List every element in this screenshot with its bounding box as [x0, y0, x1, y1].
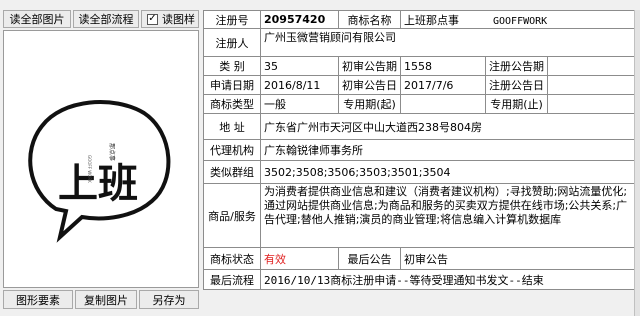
mark-name-value: 上班那点事 GOOFFWORK — [400, 10, 635, 29]
excl-start-value — [400, 94, 486, 114]
prelim-date-value: 2017/7/6 — [400, 75, 486, 95]
read-image-label: 读图样 — [162, 13, 195, 26]
trademark-info-table: 注册号 20957420 商标名称 上班那点事 GOOFFWORK 注册人 广州玉… — [203, 10, 635, 290]
table-row: 代理机构 广东翰锐律师事务所 — [203, 139, 635, 161]
reg-issue-label: 注册公告期 — [485, 56, 548, 76]
save-as-button[interactable]: 另存为 — [139, 290, 199, 309]
prelim-issue-value: 1558 — [400, 56, 486, 76]
scrollbar[interactable] — [634, 10, 640, 316]
table-row: 注册人 广州玉微营销顾问有限公司 — [203, 28, 635, 57]
reg-no-label: 注册号 — [203, 10, 261, 29]
checkmark-icon: ✓ — [147, 13, 158, 25]
table-row: 类似群组 3502;3508;3506;3503;3501;3504 — [203, 160, 635, 184]
logo-small-text: 那点事 — [108, 143, 116, 161]
class-label: 类 别 — [203, 56, 261, 76]
mark-name-cn: 上班那点事 — [404, 13, 459, 27]
table-row: 地 址 广东省广州市天河区中山大道西238号804房 — [203, 113, 635, 140]
registrant-label: 注册人 — [203, 28, 261, 57]
address-label: 地 址 — [203, 113, 261, 140]
excl-end-value — [547, 94, 635, 114]
latest-flow-value: 2016/10/13商标注册申请--等待受理通知书发文--结束 — [260, 269, 635, 290]
address-value: 广东省广州市天河区中山大道西238号804房 — [260, 113, 635, 140]
logo-main-text: 上班 — [58, 160, 138, 207]
goods-value: 为消费者提供商业信息和建议（消费者建议机构）;寻找赞助;网站流量优化;通过网站提… — [260, 183, 635, 248]
table-row: 申请日期 2016/8/11 初审公告日 2017/7/6 注册公告日 — [203, 75, 635, 95]
class-value: 35 — [260, 56, 339, 76]
table-row: 最后流程 2016/10/13商标注册申请--等待受理通知书发文--结束 — [203, 269, 635, 290]
prelim-issue-label: 初审公告期 — [338, 56, 401, 76]
mark-type-label: 商标类型 — [203, 94, 261, 114]
reg-date-value — [547, 75, 635, 95]
status-label: 商标状态 — [203, 247, 261, 270]
status-value: 有效 — [260, 247, 339, 270]
trademark-image: 上班 那点事 GOOFF WORK — [3, 30, 199, 288]
latest-flow-label: 最后流程 — [203, 269, 261, 290]
read-all-images-button[interactable]: 读全部图片 — [3, 10, 71, 28]
table-row: 类 别 35 初审公告期 1558 注册公告期 — [203, 56, 635, 76]
excl-start-label: 专用期(起) — [338, 94, 401, 114]
table-row: 商标状态 有效 最后公告 初审公告 — [203, 247, 635, 270]
prelim-date-label: 初审公告日 — [338, 75, 401, 95]
goods-label: 商品/服务 — [203, 183, 261, 248]
table-row: 注册号 20957420 商标名称 上班那点事 GOOFFWORK — [203, 10, 635, 29]
reg-issue-value — [547, 56, 635, 76]
copy-image-button[interactable]: 复制图片 — [75, 290, 137, 309]
table-row: 商标类型 一般 专用期(起) 专用期(止) — [203, 94, 635, 114]
apply-date-label: 申请日期 — [203, 75, 261, 95]
read-all-flow-button[interactable]: 读全部流程 — [73, 10, 139, 28]
table-row: 商品/服务 为消费者提供商业信息和建议（消费者建议机构）;寻找赞助;网站流量优化… — [203, 183, 635, 248]
trademark-logo: 上班 那点事 GOOFF WORK — [28, 100, 171, 243]
mark-type-value: 一般 — [260, 94, 339, 114]
excl-end-label: 专用期(止) — [485, 94, 548, 114]
reg-date-label: 注册公告日 — [485, 75, 548, 95]
graphic-elements-button[interactable]: 图形要素 — [3, 290, 73, 309]
reg-no-value: 20957420 — [260, 10, 339, 29]
mark-name-label: 商标名称 — [338, 10, 401, 29]
agent-label: 代理机构 — [203, 139, 261, 161]
group-label: 类似群组 — [203, 160, 261, 184]
mark-name-en: GOOFFWORK — [493, 15, 548, 27]
latest-notice-value: 初审公告 — [400, 247, 635, 270]
logo-side-text: GOOFF WORK — [87, 155, 92, 183]
agent-value: 广东翰锐律师事务所 — [260, 139, 635, 161]
registrant-value: 广州玉微营销顾问有限公司 — [260, 28, 635, 57]
apply-date-value: 2016/8/11 — [260, 75, 339, 95]
latest-notice-label: 最后公告 — [338, 247, 401, 270]
read-image-checkbox[interactable]: ✓ 读图样 — [141, 10, 199, 28]
group-value: 3502;3508;3506;3503;3501;3504 — [260, 160, 635, 184]
